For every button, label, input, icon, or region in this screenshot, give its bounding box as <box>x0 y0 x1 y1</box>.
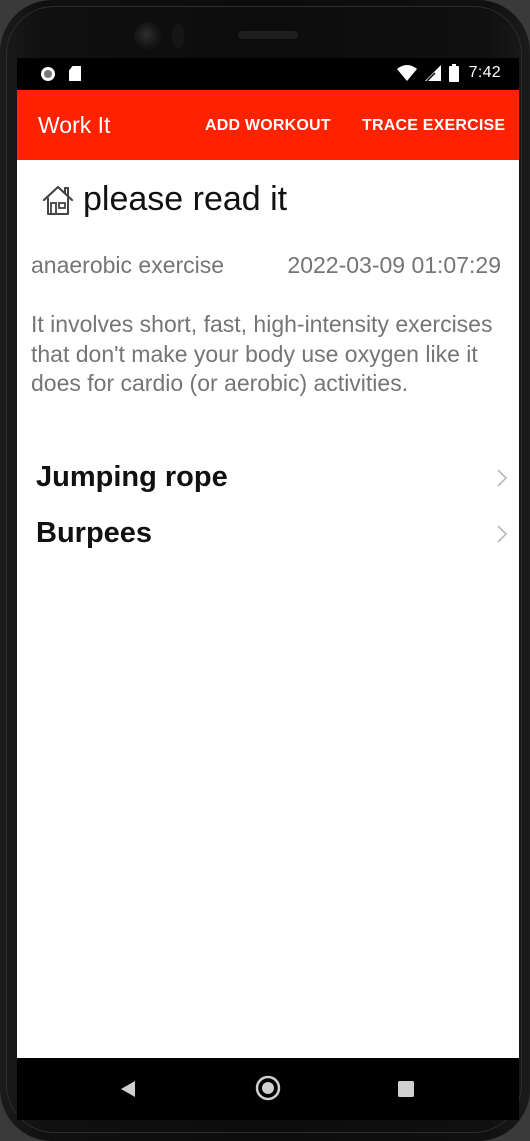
earpiece-speaker <box>238 31 298 39</box>
home-nav-icon[interactable] <box>255 1075 281 1101</box>
chevron-right-icon <box>497 469 508 487</box>
add-workout-button[interactable]: ADD WORKOUT <box>205 117 331 135</box>
sd-card-icon <box>69 66 81 81</box>
workout-title: please read it <box>83 180 288 218</box>
workout-heading: please read it <box>41 180 287 219</box>
workout-description: It involves short, fast, high-intensity … <box>31 311 493 396</box>
chevron-right-icon <box>497 525 508 543</box>
app-title: Work It <box>38 112 111 138</box>
exercise-item-jumping-rope[interactable]: Jumping rope <box>17 453 519 509</box>
exercise-item-burpees[interactable]: Burpees <box>17 509 519 565</box>
front-camera <box>134 22 162 50</box>
home-icon[interactable] <box>41 183 75 217</box>
workout-type: anaerobic exercise <box>31 252 225 278</box>
trace-exercise-button[interactable]: TRACE EXERCISE <box>362 117 505 135</box>
status-time: 7:42 <box>468 64 501 81</box>
back-icon[interactable] <box>120 1080 136 1098</box>
workout-datetime: 2022-03-09 01:07:29 <box>287 252 501 278</box>
sync-icon <box>41 66 55 81</box>
battery-icon <box>448 64 459 82</box>
proximity-sensor <box>172 24 184 48</box>
navigation-bar <box>17 1058 519 1120</box>
exercise-list: Jumping rope Burpees <box>17 453 519 565</box>
signal-icon <box>424 65 441 81</box>
screen: 7:42 Work It ADD WORKOUT TRACE EXERCISE … <box>17 58 519 1058</box>
status-bar: 7:42 <box>17 58 519 90</box>
exercise-label: Burpees <box>36 517 153 549</box>
wifi-icon <box>396 65 417 81</box>
exercise-label: Jumping rope <box>36 461 228 493</box>
app-bar: Work It ADD WORKOUT TRACE EXERCISE <box>17 90 519 160</box>
recents-icon[interactable] <box>398 1081 414 1097</box>
